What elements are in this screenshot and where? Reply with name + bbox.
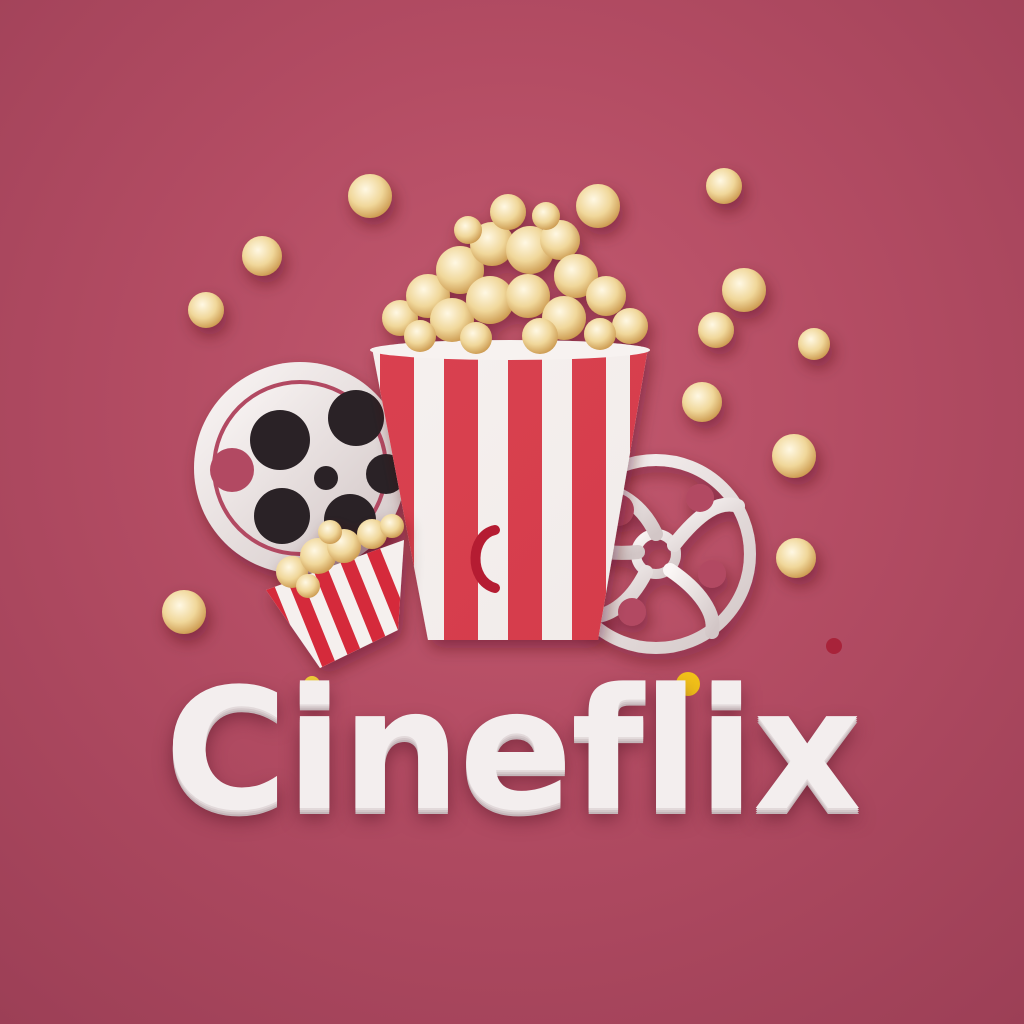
logo-artwork	[162, 168, 842, 696]
popcorn-bucket-icon	[370, 194, 650, 640]
brand-wordmark: Cineflix	[164, 652, 861, 848]
logo-canvas: Cineflix	[0, 0, 1024, 1024]
